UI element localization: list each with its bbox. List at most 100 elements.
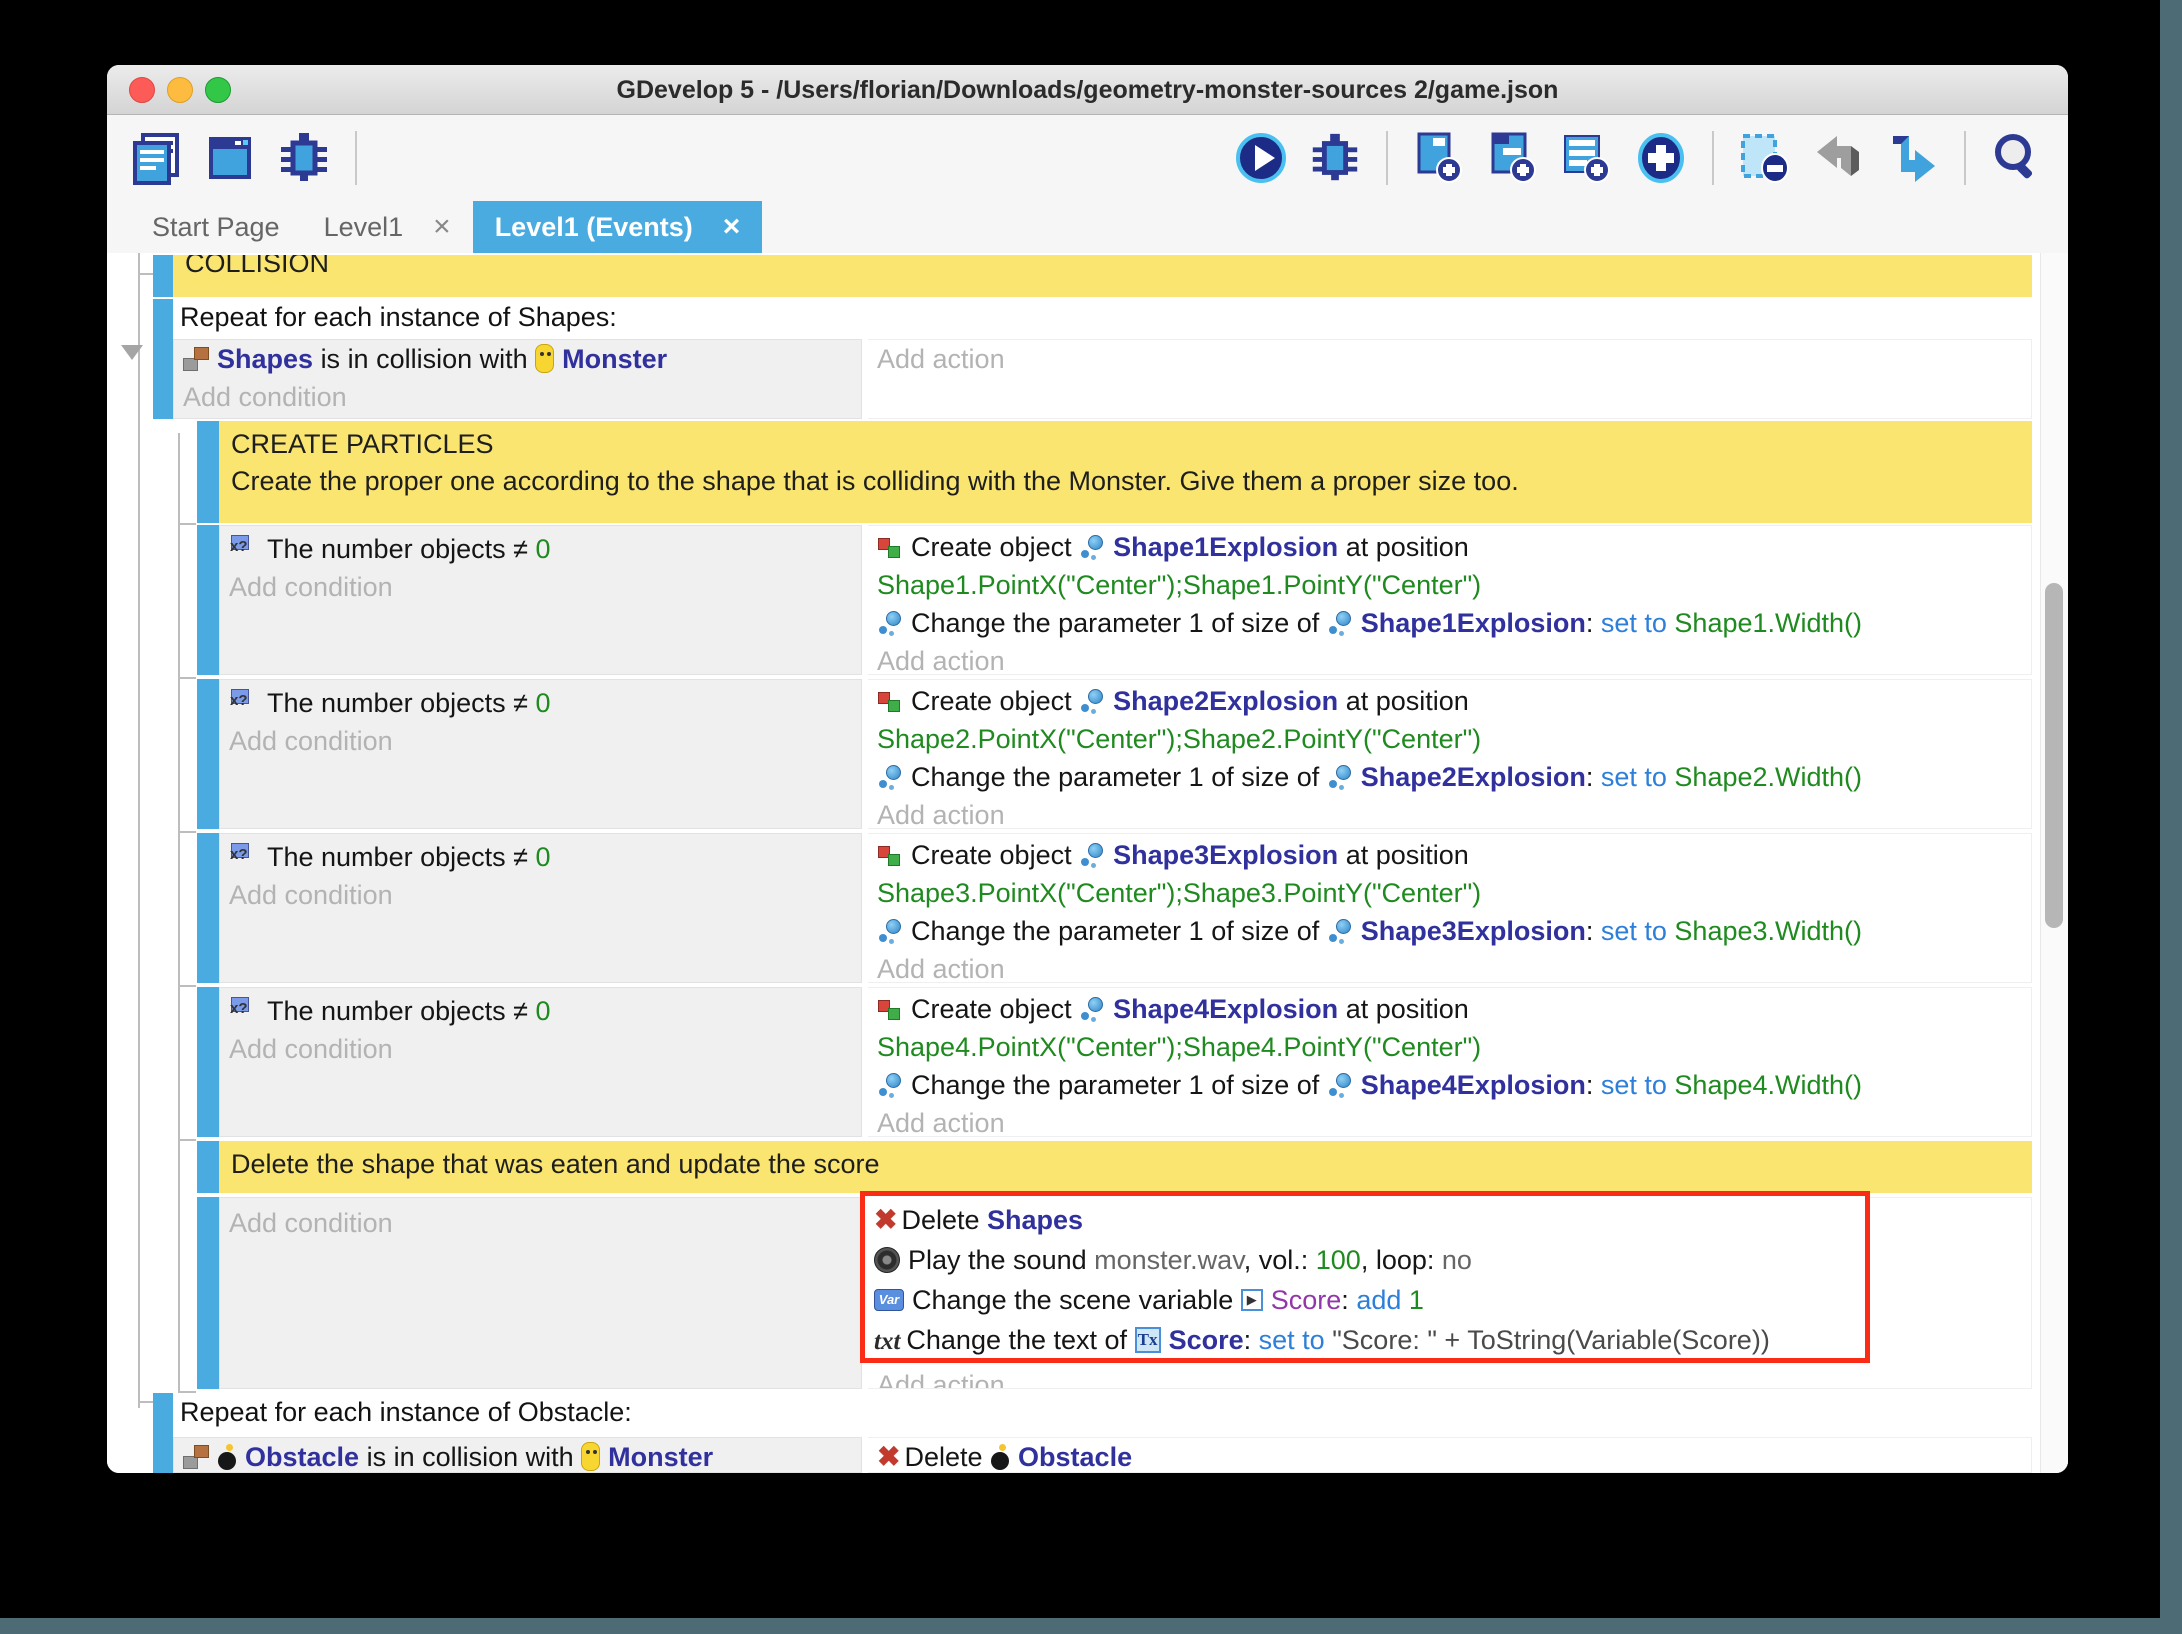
action-play-sound[interactable]: Play the sound monster.wav, vol.: 100, l… bbox=[865, 1240, 1865, 1280]
action-change-text[interactable]: txtChange the text of TxScore: set to "S… bbox=[865, 1320, 1865, 1360]
add-action-link[interactable]: Add action bbox=[868, 796, 2031, 829]
event-repeat-obstacle[interactable]: Repeat for each instance of Obstacle: Ob… bbox=[153, 1393, 2032, 1473]
debugger-button[interactable] bbox=[1306, 129, 1364, 187]
close-window-button[interactable] bbox=[129, 77, 155, 103]
add-action-link[interactable]: Add action bbox=[868, 340, 2031, 378]
object-name: Score bbox=[1169, 1325, 1244, 1355]
tab-label: Start Page bbox=[152, 212, 280, 243]
add-action-link[interactable]: Add action bbox=[868, 950, 2031, 983]
actions-cell[interactable]: ✖Delete Obstacle bbox=[868, 1437, 2032, 1473]
close-tab-icon[interactable]: × bbox=[433, 210, 451, 244]
tree-tick bbox=[178, 831, 196, 833]
object-name: Monster bbox=[562, 344, 667, 374]
conditions-cell[interactable]: x?The number objects ≠ 0 Add condition bbox=[219, 525, 862, 675]
action-text: Change the text of bbox=[906, 1325, 1127, 1355]
text-object-icon: Tx bbox=[1135, 1327, 1161, 1353]
conditions-cell[interactable]: Shapes is in collision with Monster Add … bbox=[173, 339, 862, 419]
particle-emitter-icon bbox=[877, 1072, 903, 1098]
condition-value: 0 bbox=[535, 996, 550, 1026]
number-objects-icon: x? bbox=[229, 689, 259, 717]
action-change-variable[interactable]: VarChange the scene variable ▶Score: add… bbox=[865, 1280, 1865, 1320]
object-name: Shape4Explosion bbox=[1113, 994, 1338, 1024]
scrollbar-thumb[interactable] bbox=[2045, 583, 2063, 928]
event-repeat-shapes[interactable]: Repeat for each instance of Shapes: Shap… bbox=[153, 299, 2032, 419]
subevent-shape3[interactable]: x?The number objects ≠ 0 Add condition C… bbox=[197, 833, 2032, 983]
operator: add bbox=[1356, 1285, 1401, 1315]
gdevelop-window: GDevelop 5 - /Users/florian/Downloads/ge… bbox=[107, 65, 2068, 1473]
add-condition-link[interactable]: Add condition bbox=[174, 378, 861, 416]
subevent-shape1[interactable]: x?The number objects ≠ 0 Add condition C… bbox=[197, 525, 2032, 675]
actions-cell[interactable]: Create object Shape1Explosion at positio… bbox=[868, 525, 2032, 675]
text-expression: "Score: " + ToString(Variable(Score)) bbox=[1332, 1325, 1770, 1355]
minimize-window-button[interactable] bbox=[167, 77, 193, 103]
event-drag-bar bbox=[197, 679, 219, 829]
toolbar-separator bbox=[1964, 131, 1966, 185]
bomb-icon bbox=[217, 1444, 237, 1470]
variable-name: Score bbox=[1271, 1285, 1342, 1315]
create-object-icon bbox=[877, 688, 903, 714]
add-condition-link[interactable]: Add condition bbox=[220, 876, 861, 914]
action-delete-obstacle[interactable]: ✖Delete Obstacle bbox=[868, 1438, 2031, 1473]
object-name: Shape4Explosion bbox=[1361, 1070, 1586, 1100]
debug-button[interactable] bbox=[275, 129, 333, 187]
close-tab-icon[interactable]: × bbox=[723, 210, 741, 244]
comment-collision[interactable]: COLLISION bbox=[153, 255, 2032, 297]
redo-button[interactable] bbox=[1884, 129, 1942, 187]
add-new-button[interactable] bbox=[1632, 129, 1690, 187]
size-expression: Shape1.Width() bbox=[1674, 608, 1862, 638]
conditions-cell[interactable]: Add condition bbox=[219, 1197, 862, 1389]
add-event-button[interactable] bbox=[1410, 129, 1468, 187]
position-expression: Shape3.PointX("Center");Shape3.PointY("C… bbox=[868, 874, 2031, 912]
tab-level1[interactable]: Level1 × bbox=[302, 201, 473, 253]
object-name: Shapes bbox=[987, 1205, 1083, 1235]
conditions-cell[interactable]: Obstacle is in collision with Monster bbox=[173, 1437, 862, 1473]
conditions-cell[interactable]: x?The number objects ≠ 0 Add condition bbox=[219, 833, 862, 983]
add-action-link[interactable]: Add action bbox=[868, 1366, 1005, 1389]
project-manager-button[interactable] bbox=[127, 129, 185, 187]
selected-actions-box[interactable]: ✖Delete Shapes Play the sound monster.wa… bbox=[860, 1191, 1870, 1363]
add-condition-link[interactable]: Add condition bbox=[220, 1030, 861, 1068]
condition-operator: ≠ bbox=[513, 534, 528, 564]
object-name: Shape2Explosion bbox=[1361, 762, 1586, 792]
event-drag-bar bbox=[197, 833, 219, 983]
add-action-link[interactable]: Add action bbox=[868, 642, 2031, 675]
add-condition-link[interactable]: Add condition bbox=[220, 722, 861, 760]
condition-operator: ≠ bbox=[513, 842, 528, 872]
collapse-arrow-icon[interactable] bbox=[121, 345, 143, 360]
scene-editor-button[interactable] bbox=[201, 129, 259, 187]
add-comment-button[interactable] bbox=[1558, 129, 1616, 187]
size-expression: Shape2.Width() bbox=[1674, 762, 1862, 792]
undo-button[interactable] bbox=[1810, 129, 1868, 187]
comment-delete-update[interactable]: Delete the shape that was eaten and upda… bbox=[197, 1141, 2032, 1193]
actions-cell[interactable]: Create object Shape3Explosion at positio… bbox=[868, 833, 2032, 983]
conditions-cell[interactable]: x?The number objects ≠ 0 Add condition bbox=[219, 679, 862, 829]
vertical-scrollbar[interactable] bbox=[2040, 253, 2068, 1473]
colon: : bbox=[1586, 762, 1594, 792]
conditions-cell[interactable]: x?The number objects ≠ 0 Add condition bbox=[219, 987, 862, 1137]
actions-cell[interactable]: Create object Shape2Explosion at positio… bbox=[868, 679, 2032, 829]
condition-text: The number objects bbox=[267, 688, 506, 718]
particle-emitter-icon bbox=[1079, 534, 1105, 560]
action-text: Delete bbox=[904, 1442, 982, 1472]
toolbar-separator bbox=[355, 131, 357, 185]
subevent-shape2[interactable]: x?The number objects ≠ 0 Add condition C… bbox=[197, 679, 2032, 829]
variable-value: 1 bbox=[1409, 1285, 1424, 1315]
add-action-link[interactable]: Add action bbox=[868, 1104, 2031, 1137]
remove-selection-button[interactable] bbox=[1736, 129, 1794, 187]
actions-cell[interactable]: Add action bbox=[868, 339, 2032, 419]
action-text: Change the parameter 1 of size of bbox=[911, 916, 1319, 946]
tab-level1-events[interactable]: Level1 (Events) × bbox=[473, 201, 763, 253]
tab-start-page[interactable]: Start Page bbox=[130, 201, 302, 253]
condition-operator: ≠ bbox=[513, 996, 528, 1026]
comment-create-particles[interactable]: CREATE PARTICLES Create the proper one a… bbox=[197, 421, 2032, 523]
add-condition-link[interactable]: Add condition bbox=[220, 1204, 861, 1242]
comment-text: COLLISION bbox=[173, 255, 2032, 279]
zoom-window-button[interactable] bbox=[205, 77, 231, 103]
actions-cell[interactable]: Create object Shape4Explosion at positio… bbox=[868, 987, 2032, 1137]
add-condition-link[interactable]: Add condition bbox=[220, 568, 861, 606]
play-button[interactable] bbox=[1232, 129, 1290, 187]
search-button[interactable] bbox=[1988, 129, 2046, 187]
subevent-shape4[interactable]: x?The number objects ≠ 0 Add condition C… bbox=[197, 987, 2032, 1137]
add-subevent-button[interactable] bbox=[1484, 129, 1542, 187]
action-delete-shapes[interactable]: ✖Delete Shapes bbox=[865, 1200, 1865, 1240]
